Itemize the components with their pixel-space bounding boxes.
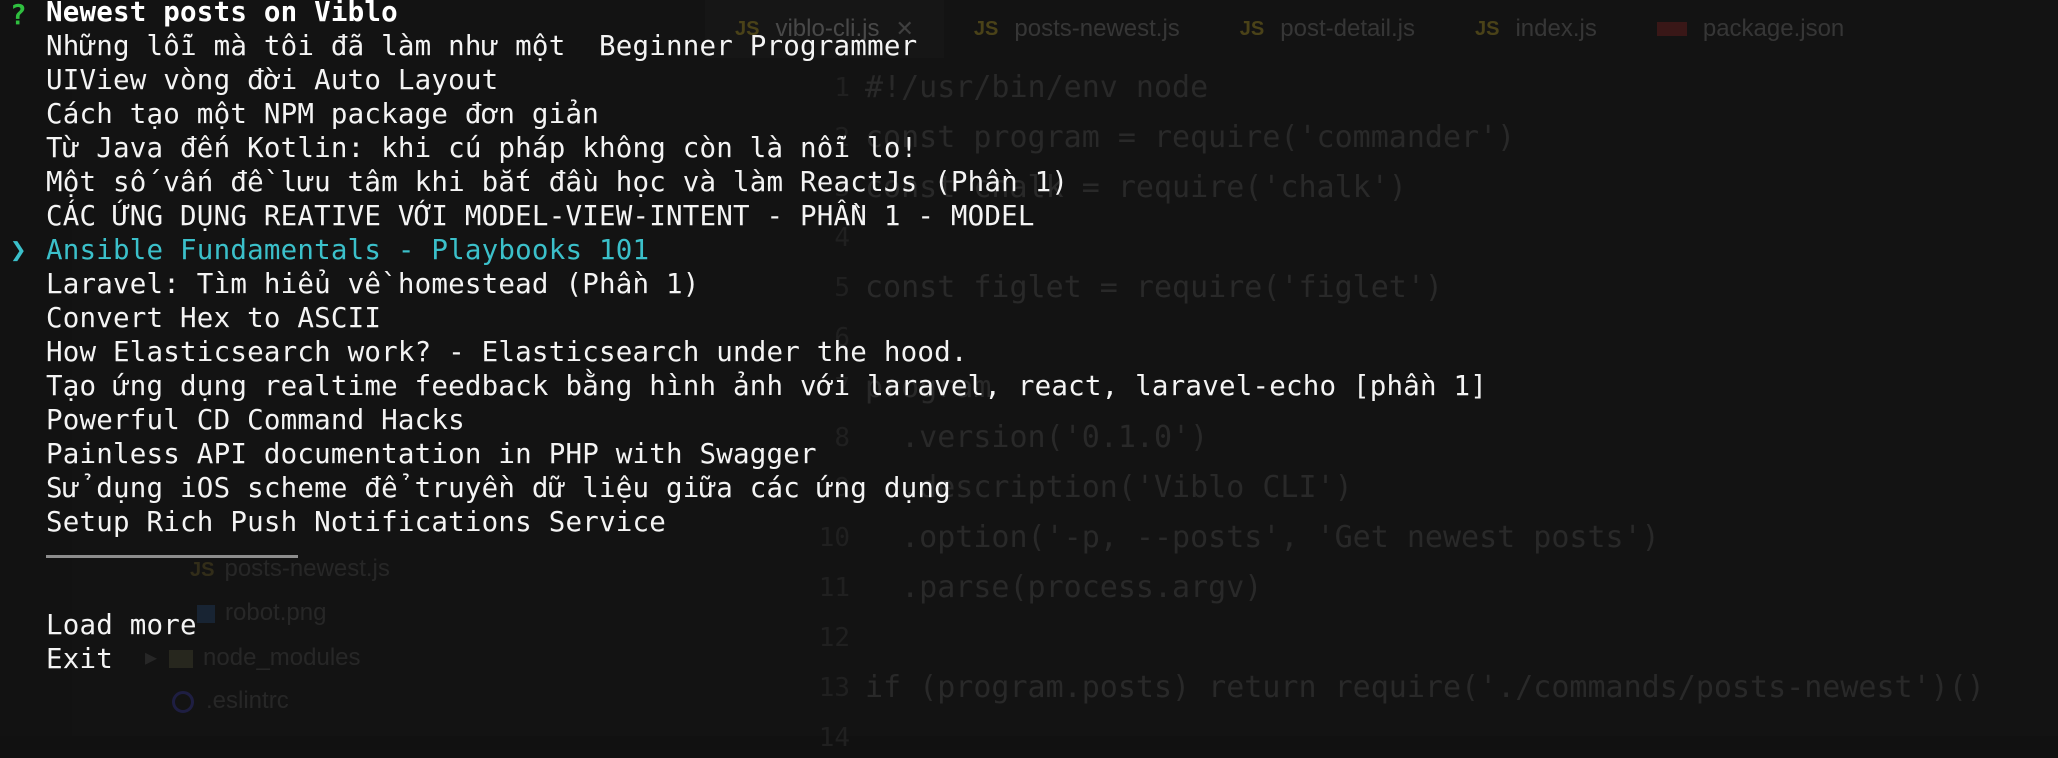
line-number: 12	[818, 623, 850, 653]
tab-label: post-detail.js	[1280, 15, 1415, 42]
tab-label: package.json	[1702, 15, 1845, 42]
post-option-selected[interactable]: Ansible Fundamentals - Playbooks 101	[46, 233, 649, 267]
folder-icon	[169, 649, 194, 668]
post-option[interactable]: CÁC ỨNG DỤNG REATIVE VỚI MODEL-VIEW-INTE…	[46, 199, 1035, 233]
post-option[interactable]: Painless API documentation in PHP with S…	[46, 437, 817, 471]
js-file-icon: JS	[190, 559, 215, 581]
post-option[interactable]: Tạo ứng dụng realtime feedback bằng hình…	[46, 369, 1487, 403]
tab-index[interactable]: JS index.js	[1445, 0, 1627, 58]
eslint-icon	[172, 690, 194, 713]
post-option[interactable]: Laravel: Tìm hiểu về homestead (Phần 1)	[46, 267, 700, 301]
code-line: .version('0.1.0')	[865, 420, 1209, 455]
prompt-title: Newest posts on Viblo	[46, 0, 398, 28]
tree-item-label: robot.png	[225, 599, 327, 626]
post-option[interactable]: Một số vấn đề lưu tâm khi bắt đầu học và…	[46, 165, 1068, 199]
js-file-icon: JS	[1475, 17, 1500, 40]
code-line: const program = require('commander')	[865, 120, 1516, 155]
js-file-icon: JS	[973, 17, 999, 40]
post-option[interactable]: Những lỗi mà tôi đã làm như một Beginner…	[46, 29, 917, 63]
code-line: if (program.posts) return require('./com…	[865, 670, 1985, 705]
line-number: 11	[818, 573, 850, 603]
tree-item-eslintrc[interactable]: .eslintrc	[172, 687, 289, 715]
post-option[interactable]: Setup Rich Push Notifications Service	[46, 505, 666, 539]
tree-item-posts-newest[interactable]: JS posts-newest.js	[190, 555, 390, 583]
package-json-icon	[1656, 22, 1687, 36]
line-number: 10	[818, 523, 850, 553]
post-option[interactable]: Powerful CD Command Hacks	[46, 403, 465, 437]
line-number: 14	[818, 723, 850, 753]
exit-option[interactable]: Exit	[46, 642, 113, 676]
tree-item-label: node_modules	[203, 644, 361, 671]
tab-label: index.js	[1515, 15, 1597, 42]
tree-item-node-modules[interactable]: ▸ node_modules	[145, 643, 361, 672]
load-more-option[interactable]: Load more	[46, 608, 197, 642]
code-line: .option('-p, --posts', 'Get newest posts…	[865, 520, 1660, 555]
js-file-icon: JS	[1239, 17, 1265, 40]
post-option[interactable]: Cách tạo một NPM package đơn giản	[46, 97, 599, 131]
tab-package-json[interactable]: package.json	[1627, 0, 1874, 58]
post-option[interactable]: Convert Hex to ASCII	[46, 301, 381, 335]
post-option[interactable]: UIView vòng đời Auto Layout	[46, 63, 498, 97]
code-line: #!/usr/bin/env node	[865, 70, 1209, 105]
line-number: 13	[818, 673, 850, 703]
tree-item-robot-png[interactable]: robot.png	[197, 599, 326, 627]
tab-label: posts-newest.js	[1014, 15, 1180, 42]
separator	[46, 555, 298, 558]
tab-posts-newest[interactable]: JS posts-newest.js	[944, 0, 1210, 58]
code-line: const figlet = require('figlet')	[865, 270, 1443, 305]
tree-item-label: .eslintrc	[206, 687, 289, 714]
line-number: 5	[834, 273, 850, 303]
post-option[interactable]: Từ Java đến Kotlin: khi cú pháp không cò…	[46, 131, 917, 165]
pointer-icon: ❯	[10, 234, 27, 266]
post-option[interactable]: Sử dụng iOS scheme để truyền dữ liệu giữ…	[46, 471, 951, 505]
code-line: .parse(process.argv)	[865, 570, 1263, 605]
chevron-right-icon: ▸	[145, 644, 158, 671]
tab-post-detail[interactable]: JS post-detail.js	[1210, 0, 1445, 58]
post-option[interactable]: How Elasticsearch work? - Elasticsearch …	[46, 335, 968, 369]
question-mark-icon: ?	[10, 0, 27, 31]
image-file-icon	[197, 604, 215, 623]
tree-item-label: posts-newest.js	[224, 555, 390, 582]
line-number: 1	[834, 73, 850, 103]
